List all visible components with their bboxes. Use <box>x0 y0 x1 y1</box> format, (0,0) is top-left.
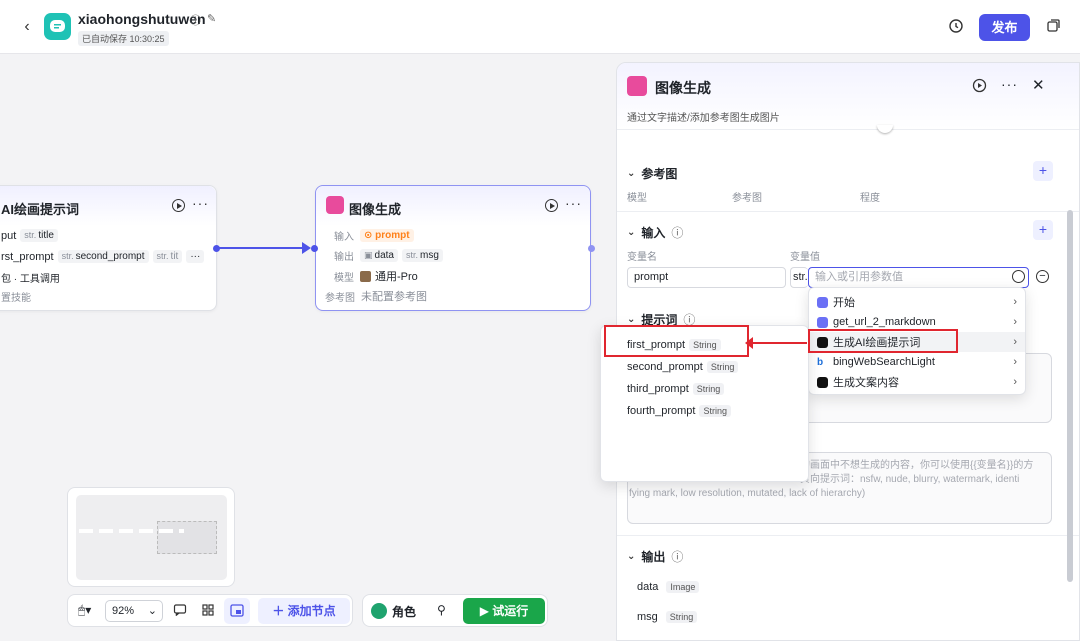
canvas-toolbar: 🖱︎▾ 92% ⌄ ＋ 添加节点 <box>67 594 353 627</box>
history-icon[interactable] <box>946 16 966 36</box>
zoom-select[interactable]: 92% ⌄ <box>105 600 163 622</box>
minimap-viewport[interactable] <box>157 521 217 554</box>
slider-handle[interactable] <box>877 125 893 133</box>
annotation-arrow <box>745 337 807 349</box>
input-port[interactable] <box>311 245 318 252</box>
app-title: xiaohongshutuwen <box>78 11 206 27</box>
var-value-input[interactable]: 输入或引用参数值 <box>808 267 1029 288</box>
ref-col-model: 模型 <box>627 193 647 204</box>
output-chip-data: ▣ data <box>360 249 398 262</box>
close-icon[interactable]: ✕ <box>1032 76 1045 94</box>
add-input-button[interactable]: + <box>1033 220 1053 240</box>
model-label: 模型 <box>334 272 354 284</box>
minimap-toggle-icon[interactable] <box>224 598 250 624</box>
var-type-select[interactable]: str. <box>790 267 808 288</box>
more-icon[interactable]: ··· <box>1001 76 1018 92</box>
skill-text: 包 · 工具调用 <box>1 274 60 285</box>
ref-menu-item-copywriting[interactable]: 生成文案内容 › <box>809 372 1025 392</box>
role-button[interactable]: 角色 <box>371 600 416 622</box>
model-icon <box>360 270 371 282</box>
app-logo <box>44 13 71 40</box>
var-item-third-prompt[interactable]: third_prompt String <box>627 383 725 395</box>
negative-placeholder-1: 的画面中不想生成的内容，你可以使用{{变量名}}的方 <box>800 460 1034 471</box>
ref-menu-item-bing[interactable]: b bingWebSearchLight › <box>809 352 1025 372</box>
bing-icon: b <box>817 356 824 368</box>
output-chip-second: str. second_prompt <box>57 250 149 263</box>
connection-line <box>217 247 309 249</box>
output-chip-title: str. title <box>20 229 58 242</box>
negative-placeholder-3: fying mark, low resolution, mutated, lac… <box>629 488 866 499</box>
ref-menu-item-start[interactable]: 开始 › <box>809 292 1025 312</box>
input-chip: ⊙ prompt <box>360 229 414 242</box>
ref-col-image: 参考图 <box>732 193 762 204</box>
role-avatar-icon <box>371 603 387 619</box>
output-port[interactable] <box>588 245 595 252</box>
reference-icon[interactable] <box>1012 270 1025 283</box>
var-name-label: 变量名 <box>627 252 657 263</box>
edit-icon[interactable]: ✎ <box>207 12 216 28</box>
more-icon[interactable]: ··· <box>565 195 582 211</box>
info-icon: ⓘ <box>671 550 684 564</box>
ref-col-strength: 程度 <box>860 193 880 204</box>
node-title: 图像生成 <box>349 202 402 217</box>
output-item-data: data Image <box>637 581 700 593</box>
autosave-status: 已自动保存 10:30:25 <box>78 31 169 46</box>
start-icon <box>817 296 828 308</box>
more-icon[interactable]: ··· <box>192 195 209 211</box>
node-title: AI绘画提示词 <box>1 202 80 217</box>
model-value: 通用-Pro <box>375 271 418 283</box>
highlight-box-ref-node <box>808 329 958 353</box>
minimap-nodes <box>79 529 184 533</box>
var-item-fourth-prompt[interactable]: fourth_prompt String <box>627 405 731 417</box>
ref-value: 未配置参考图 <box>361 291 427 303</box>
node-image-generation[interactable]: 图像生成 ··· 输入 ⊙ prompt 输出 ▣ data str. msg 模型… <box>315 185 591 311</box>
highlight-box-variable <box>604 325 749 357</box>
comment-icon[interactable] <box>173 603 187 620</box>
panel-title: 图像生成 <box>655 80 711 96</box>
output-label: 输出 <box>334 252 354 263</box>
run-icon[interactable] <box>172 199 185 212</box>
input-section-header[interactable]: ⌄ 输入 ⓘ <box>627 224 683 241</box>
connection-arrow <box>302 242 311 254</box>
layout-icon[interactable] <box>201 603 215 620</box>
info-icon: ⓘ <box>671 226 684 240</box>
panel-scrollbar[interactable] <box>1067 210 1073 582</box>
input-var: put <box>1 229 17 242</box>
var-value-label: 变量值 <box>790 252 820 263</box>
back-icon[interactable]: ‹ <box>18 16 36 38</box>
output-chip-more: str. tit <box>152 250 183 263</box>
skill-hint: 置技能 <box>1 293 31 304</box>
output-first-prompt: rst_prompt <box>1 250 54 263</box>
add-node-button[interactable]: ＋ 添加节点 <box>258 598 350 624</box>
ref-label: 参考图 <box>325 292 355 304</box>
publish-button[interactable]: 发布 <box>979 14 1030 41</box>
test-run-button[interactable]: ▶ 试运行 <box>463 598 545 624</box>
top-bar: ‹ xiaohongshutuwen ⓘ ✎ 已自动保存 10:30:25 发布 <box>0 0 1080 54</box>
image-icon <box>627 76 647 96</box>
debug-icon[interactable]: ⚲ <box>437 603 446 617</box>
minimap[interactable] <box>67 487 235 587</box>
llm-icon <box>817 376 828 388</box>
node-ai-prompt[interactable]: AI绘画提示词 ··· put str. title rst_prompt str… <box>0 185 217 311</box>
output-chip-msg: str. msg <box>401 249 443 262</box>
more-outputs-icon[interactable]: ··· <box>186 250 205 263</box>
var-item-second-prompt[interactable]: second_prompt String <box>627 361 739 373</box>
run-icon[interactable] <box>545 199 558 212</box>
mouse-mode-icon[interactable]: 🖱︎▾ <box>78 603 91 618</box>
run-icon[interactable] <box>972 78 987 96</box>
panel-description: 通过文字描述/添加参考图生成图片 <box>627 113 780 124</box>
ref-section-header[interactable]: ⌄ 参考图 <box>627 165 677 182</box>
remove-icon[interactable]: − <box>1036 270 1049 283</box>
run-toolbar: 角色 ⚲ ▶ 试运行 <box>362 594 548 627</box>
output-item-msg: msg String <box>637 611 698 623</box>
negative-placeholder-2: 负向提示词：nsfw, nude, blurry, watermark, ide… <box>800 474 1020 485</box>
window-icon[interactable] <box>1043 16 1063 36</box>
image-icon <box>326 196 344 214</box>
var-name-input[interactable]: prompt <box>627 267 786 288</box>
info-icon[interactable]: ⓘ <box>190 12 201 28</box>
add-ref-button[interactable]: + <box>1033 161 1053 181</box>
input-label: 输入 <box>334 232 354 243</box>
plugin-icon <box>817 316 828 328</box>
output-section-header[interactable]: ⌄ 输出 ⓘ <box>627 548 683 565</box>
